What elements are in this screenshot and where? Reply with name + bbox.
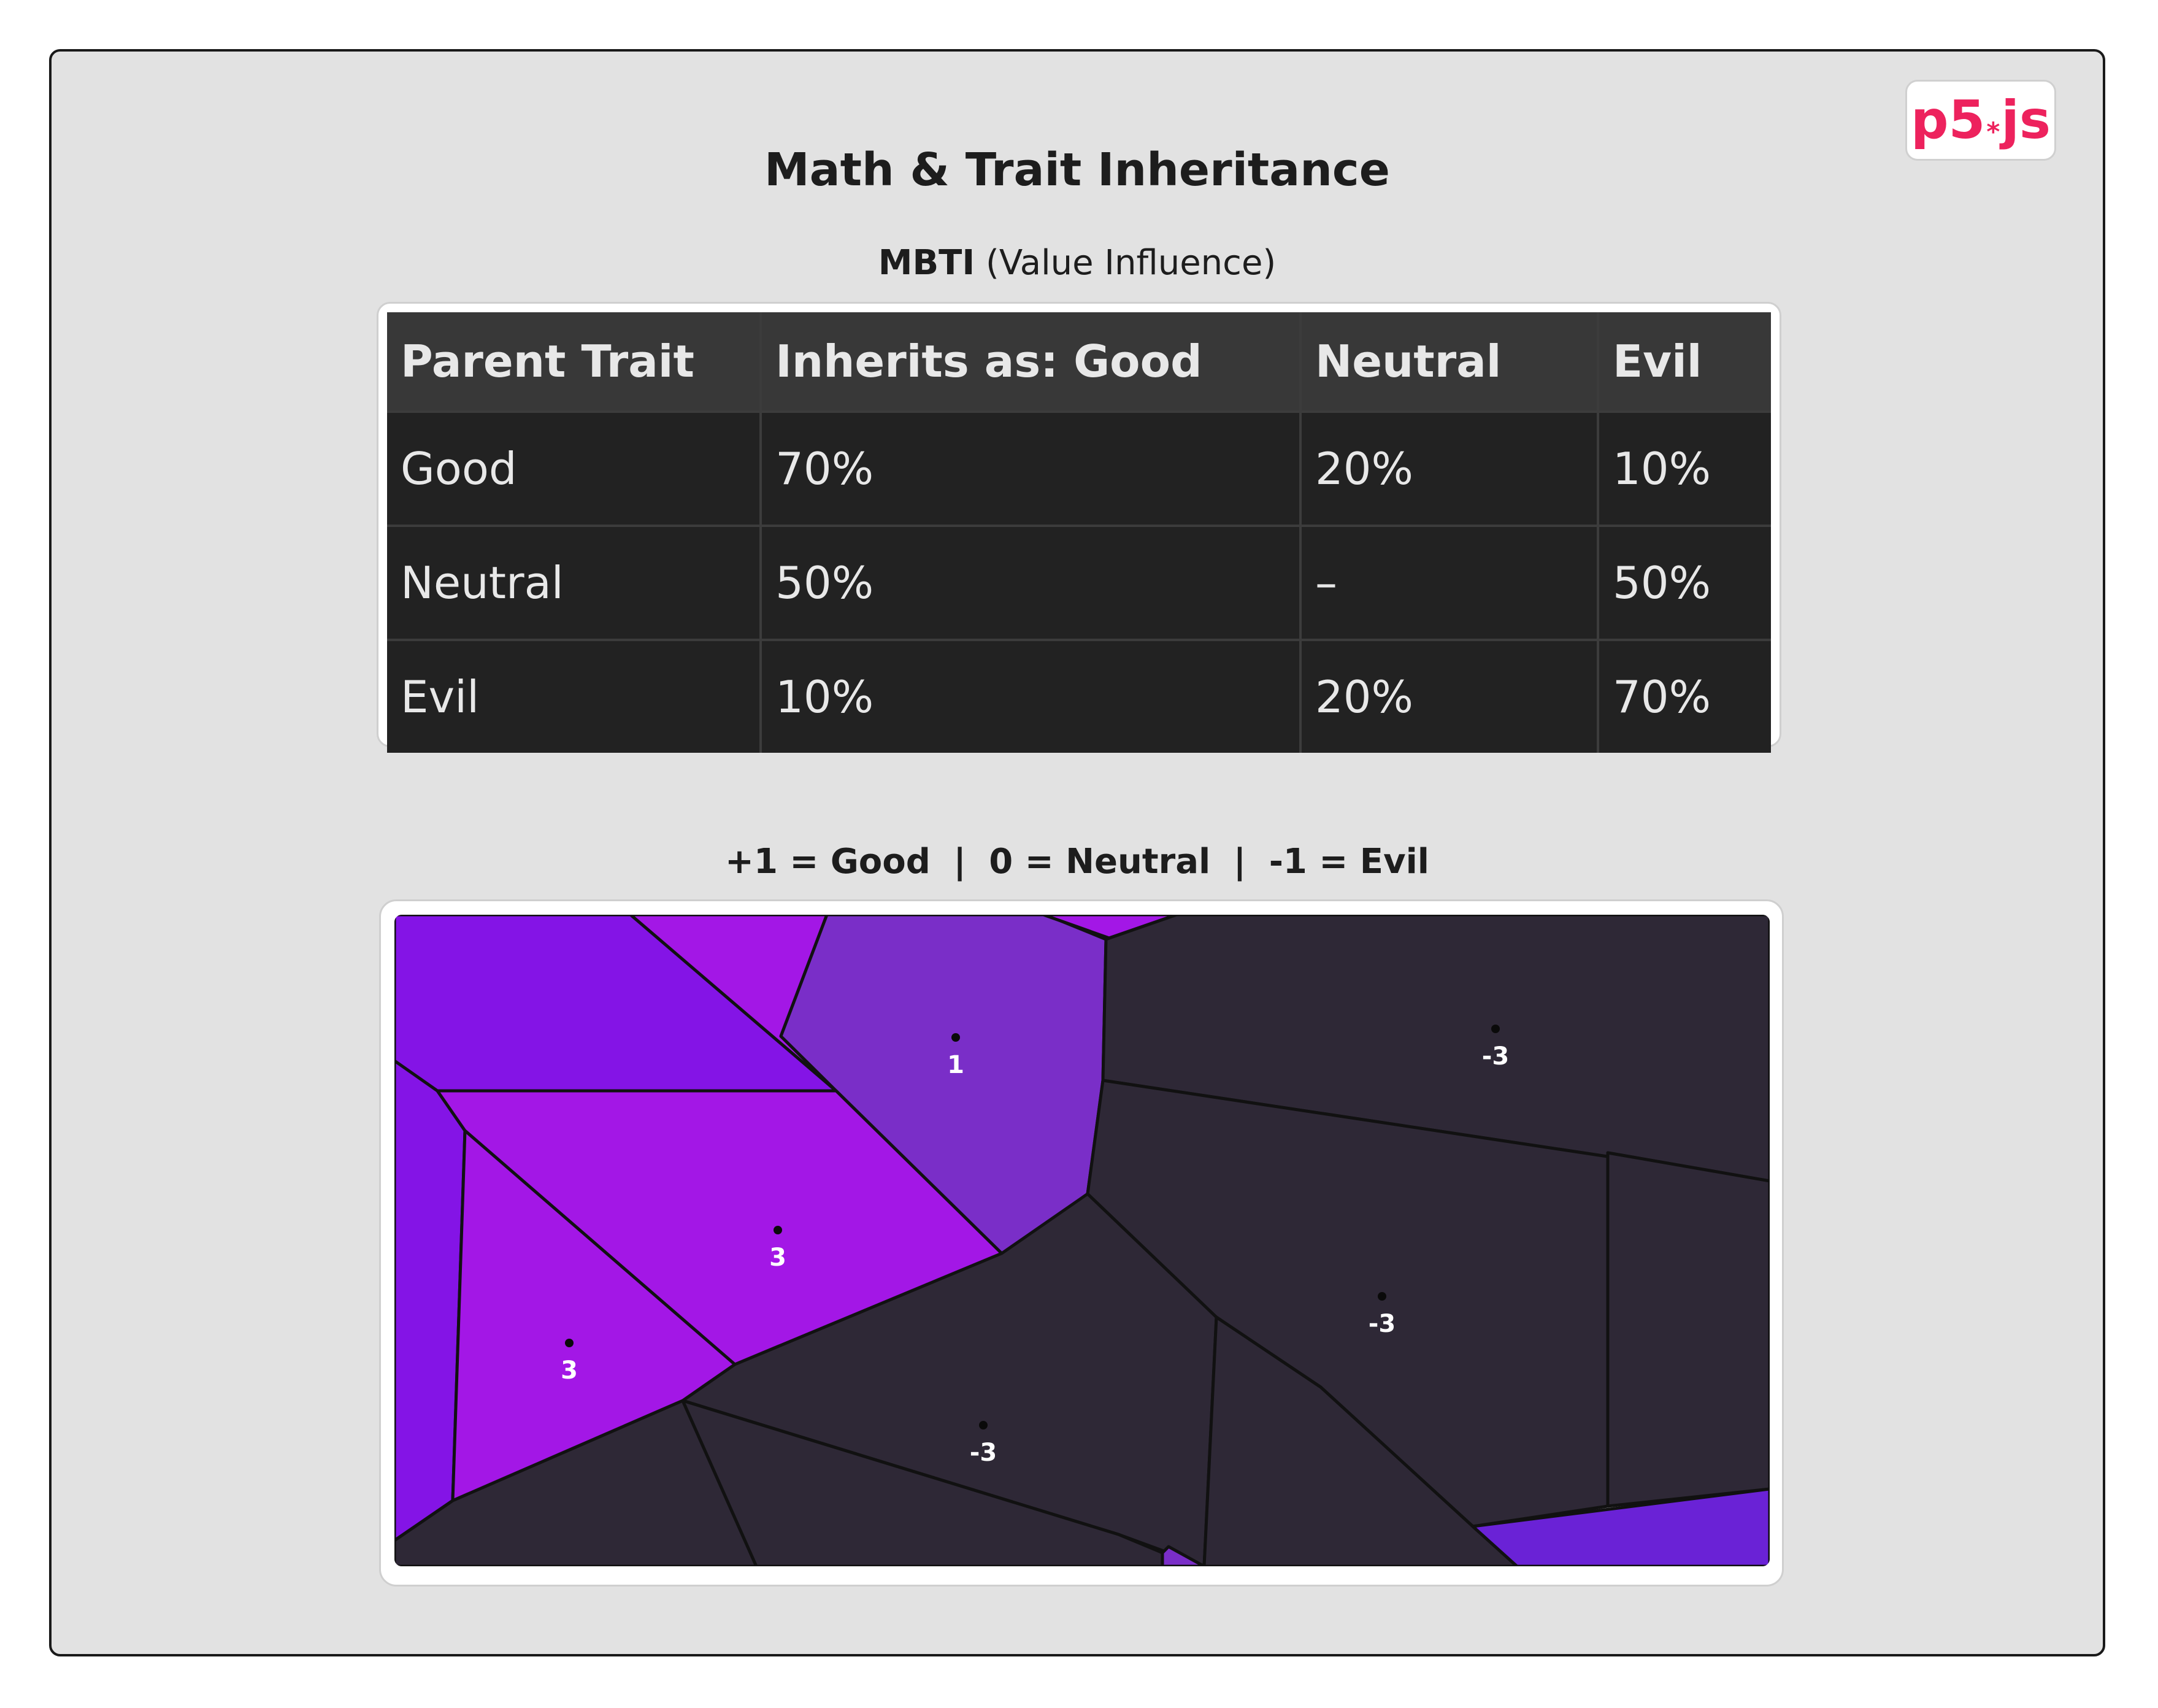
legend-good: +1 = Good [725, 842, 931, 882]
voronoi-canvas[interactable]: 1 -3 3 3 -3 -3 [394, 915, 1770, 1566]
table-cell: – [1299, 525, 1599, 641]
table-cell: 10% [1596, 410, 1771, 527]
logo-star-icon: * [1986, 116, 2000, 147]
table-row: Evil 10% 20% 70% [387, 639, 1771, 753]
sketch-panel: Math & Trait Inheritance p5 * js MBTI (Val… [49, 49, 2105, 1656]
voronoi-cell-label: -3 [1482, 1042, 1509, 1071]
voronoi-diagram: 1 -3 3 3 -3 -3 [394, 915, 1770, 1566]
inheritance-table: Parent Trait Inherits as: Good Neutral E… [387, 312, 1771, 753]
table-row: Good 70% 20% 10% [387, 410, 1771, 527]
voronoi-canvas-card: 1 -3 3 3 -3 -3 [379, 899, 1784, 1587]
table-cell: 70% [759, 410, 1302, 527]
table-cell: 70% [1596, 639, 1771, 753]
inheritance-table-card: Parent Trait Inherits as: Good Neutral E… [377, 302, 1781, 753]
header-evil: Evil [1596, 312, 1771, 413]
caption-rest: (Value Influence) [986, 243, 1277, 283]
p5js-logo: p5 * js [1905, 80, 2056, 161]
voronoi-site-point [951, 1033, 960, 1042]
table-caption: MBTI (Value Influence) [52, 243, 2103, 283]
table-header-row: Parent Trait Inherits as: Good Neutral E… [387, 312, 1771, 413]
header-neutral: Neutral [1299, 312, 1599, 413]
header-good: Inherits as: Good [759, 312, 1302, 413]
voronoi-site-point [1378, 1292, 1386, 1301]
header-parent-trait: Parent Trait [387, 312, 762, 413]
table-cell: 50% [1596, 525, 1771, 641]
table-cell: 20% [1299, 639, 1599, 753]
table-cell: Evil [387, 639, 762, 753]
legend-separator: | [953, 842, 966, 882]
voronoi-site-point [774, 1226, 782, 1234]
voronoi-cell-label: -3 [970, 1439, 997, 1467]
voronoi-cell-label: 3 [561, 1356, 578, 1385]
value-legend: +1 = Good | 0 = Neutral | -1 = Evil [52, 842, 2103, 882]
table-row: Neutral 50% – 50% [387, 525, 1771, 641]
legend-neutral: 0 = Neutral [989, 842, 1211, 882]
voronoi-cell-label: 1 [947, 1051, 964, 1079]
table-cell: 50% [759, 525, 1302, 641]
table-cell: Good [387, 410, 762, 527]
logo-text: p5 [1910, 90, 1986, 151]
table-cell: 10% [759, 639, 1302, 753]
table-cell: 20% [1299, 410, 1599, 527]
voronoi-site-point [565, 1339, 574, 1347]
table-cell: Neutral [387, 525, 762, 641]
page-title: Math & Trait Inheritance [764, 144, 1390, 196]
legend-evil: -1 = Evil [1269, 842, 1429, 882]
voronoi-cell [1606, 1151, 1770, 1508]
logo-suffix: js [2001, 90, 2051, 151]
caption-bold: MBTI [878, 243, 975, 283]
voronoi-site-point [1491, 1025, 1500, 1033]
voronoi-cell-label: 3 [769, 1244, 786, 1272]
voronoi-site-point [979, 1421, 988, 1429]
voronoi-cell-label: -3 [1369, 1310, 1396, 1338]
legend-separator: | [1233, 842, 1246, 882]
